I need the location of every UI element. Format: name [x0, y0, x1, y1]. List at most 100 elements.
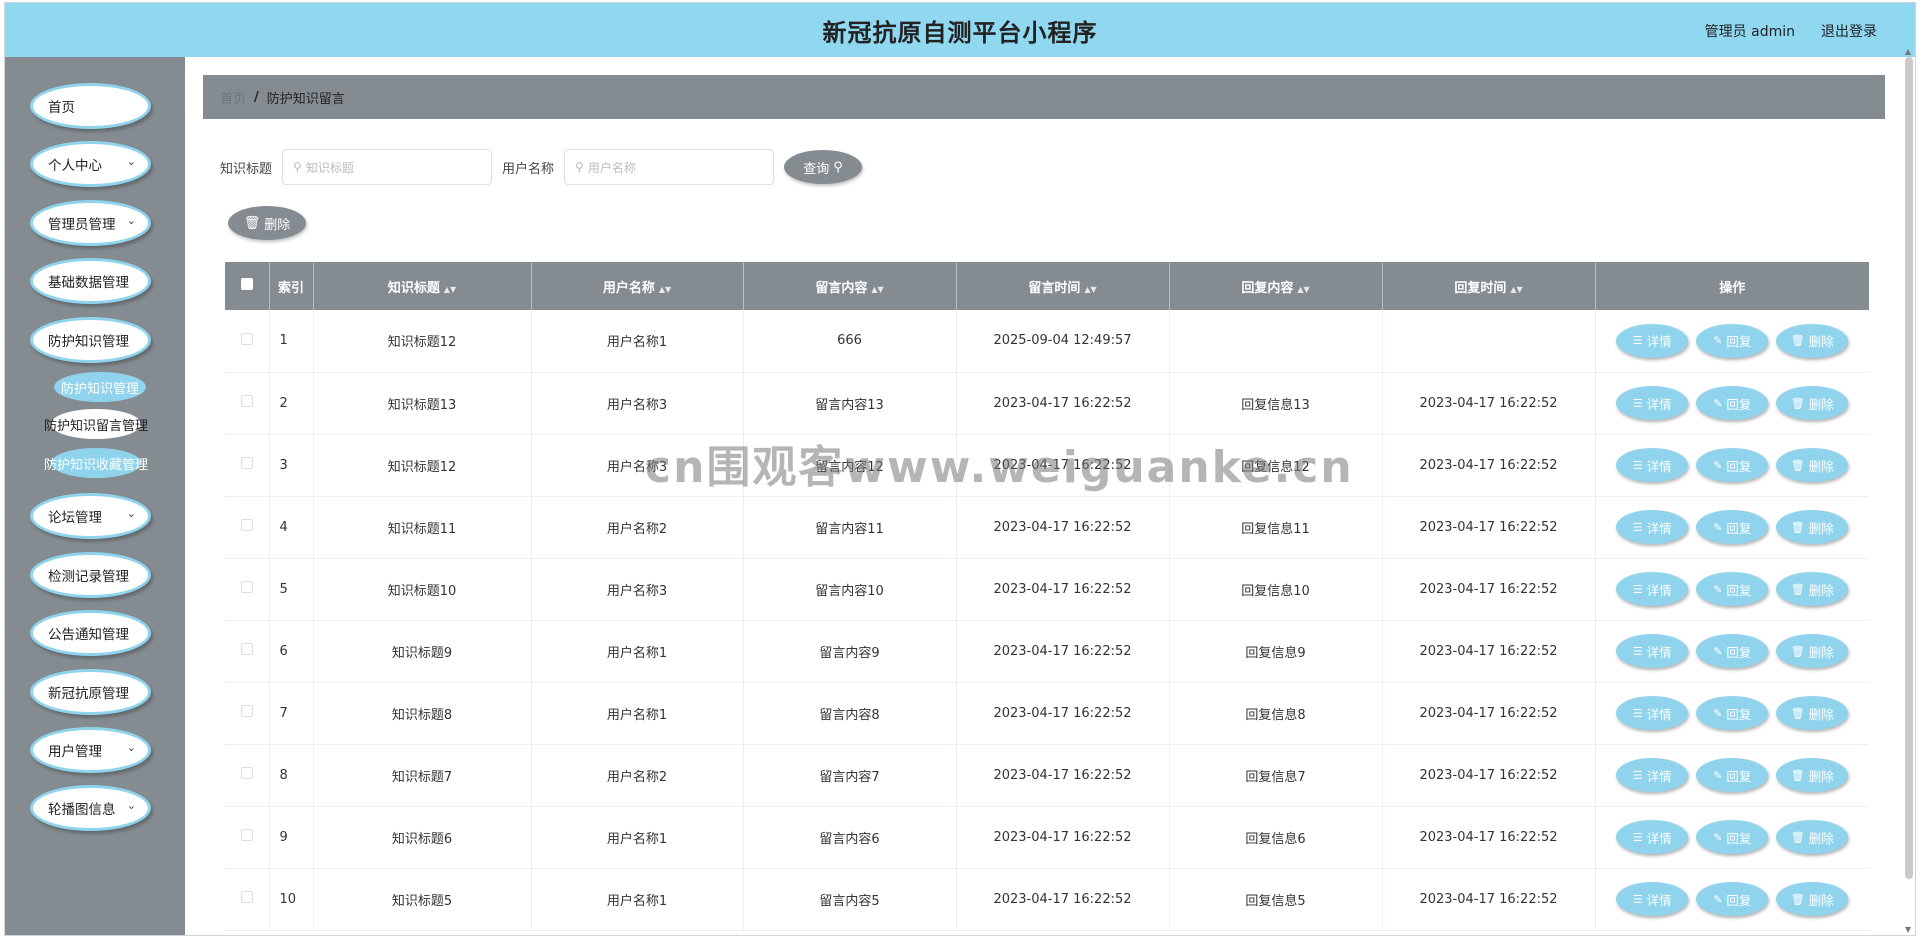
row-select-cell[interactable]: [225, 744, 270, 806]
reply-button[interactable]: ✎ 回复: [1696, 634, 1769, 668]
row-checkbox[interactable]: [240, 332, 253, 345]
reply-button-label: 回复: [1726, 334, 1752, 350]
breadcrumb-home[interactable]: 首页: [220, 88, 246, 107]
row-checkbox[interactable]: [240, 519, 253, 531]
detail-button[interactable]: ☰ 详情: [1616, 634, 1689, 668]
delete-button[interactable]: 🗑 删除: [1776, 572, 1849, 606]
chevron-down-icon: ⌄: [126, 741, 136, 754]
delete-button[interactable]: 🗑 删除: [1776, 448, 1849, 482]
detail-button[interactable]: ☰ 详情: [1616, 386, 1689, 420]
row-checkbox[interactable]: [240, 395, 253, 407]
row-select-cell[interactable]: [225, 496, 270, 558]
sidebar-item-admin[interactable]: 管理员管理 ⌄: [30, 200, 151, 246]
col-content[interactable]: 留言内容 ▲▼: [743, 262, 957, 310]
reply-button[interactable]: ✎ 回复: [1696, 510, 1769, 544]
sidebar-item-home[interactable]: 首页: [30, 83, 151, 129]
sort-icon[interactable]: ▲▼: [444, 285, 456, 294]
col-reply-time[interactable]: 回复时间 ▲▼: [1382, 262, 1596, 310]
row-checkbox[interactable]: [240, 767, 253, 779]
delete-button[interactable]: 🗑 删除: [1776, 386, 1849, 420]
delete-button[interactable]: 🗑 删除: [1776, 758, 1849, 792]
submenu-knowledge-comments[interactable]: 防护知识留言管理: [44, 409, 148, 439]
detail-button[interactable]: ☰ 详情: [1616, 323, 1689, 358]
sidebar-item-protection[interactable]: 防护知识管理: [30, 317, 151, 363]
reply-button[interactable]: ✎ 回复: [1696, 386, 1769, 420]
detail-button[interactable]: ☰ 详情: [1616, 572, 1689, 606]
sidebar-item-antigen[interactable]: 新冠抗原管理: [30, 669, 151, 715]
reply-button[interactable]: ✎ 回复: [1696, 323, 1769, 358]
sort-icon[interactable]: ▲▼: [659, 285, 671, 294]
sort-icon[interactable]: ▲▼: [1084, 285, 1096, 294]
col-title[interactable]: 知识标题 ▲▼: [313, 262, 532, 310]
delete-button[interactable]: 🗑 删除: [1776, 696, 1849, 730]
row-select-cell[interactable]: [225, 806, 270, 868]
cell-time: 2023-04-17 16:22:52: [956, 868, 1170, 930]
sidebar-item-carousel[interactable]: 轮播图信息 ⌄: [30, 785, 151, 831]
cell-actions: ☰ 详情 ✎ 回复 🗑 删除: [1595, 868, 1869, 930]
sidebar-item-personal[interactable]: 个人中心 ⌄: [30, 141, 151, 187]
col-user[interactable]: 用户名称 ▲▼: [531, 262, 744, 310]
batch-delete-button[interactable]: 🗑 删除: [228, 206, 306, 240]
select-all-checkbox[interactable]: [240, 278, 253, 290]
col-content-label: 留言内容: [815, 280, 868, 296]
title-search-input[interactable]: ⚲ 知识标题: [282, 149, 493, 185]
row-checkbox[interactable]: [240, 705, 253, 717]
row-select-cell[interactable]: [225, 372, 270, 434]
row-checkbox[interactable]: [240, 457, 253, 469]
edit-icon: ✎: [1713, 396, 1723, 410]
row-select-cell[interactable]: [225, 310, 270, 372]
reply-button[interactable]: ✎ 回复: [1696, 820, 1769, 854]
delete-button[interactable]: 🗑 删除: [1776, 882, 1849, 916]
detail-button[interactable]: ☰ 详情: [1616, 758, 1689, 792]
search-button[interactable]: 查询 ⚲: [784, 150, 863, 184]
sort-icon[interactable]: ▲▼: [1510, 285, 1522, 294]
detail-button[interactable]: ☰ 详情: [1616, 696, 1689, 730]
trash-icon: 🗑: [1790, 334, 1805, 348]
reply-button[interactable]: ✎ 回复: [1696, 696, 1769, 730]
detail-button[interactable]: ☰ 详情: [1616, 510, 1689, 544]
row-select-cell[interactable]: [225, 558, 270, 620]
row-checkbox[interactable]: [240, 891, 253, 903]
detail-button[interactable]: ☰ 详情: [1616, 820, 1689, 854]
sidebar-item-forum[interactable]: 论坛管理 ⌄: [30, 493, 151, 539]
table-row: 10 知识标题5 用户名称1 留言内容5 2023-04-17 16:22:52 回复信息…: [225, 868, 1869, 930]
sidebar-item-test-records[interactable]: 检测记录管理: [30, 552, 151, 598]
search-button-label: 查询: [803, 161, 830, 177]
cell-actions: ☰ 详情 ✎ 回复 🗑 删除: [1595, 372, 1869, 434]
vertical-scrollbar[interactable]: [1905, 57, 1913, 879]
delete-button[interactable]: 🗑 删除: [1776, 510, 1849, 544]
table-row: 2 知识标题13 用户名称3 留言内容13 2023-04-17 16:22:52 回复信…: [225, 372, 1869, 434]
row-checkbox[interactable]: [240, 643, 253, 655]
sort-icon[interactable]: ▲▼: [871, 285, 883, 294]
reply-button[interactable]: ✎ 回复: [1696, 448, 1769, 482]
row-select-cell[interactable]: [225, 434, 270, 496]
scroll-up-arrow[interactable]: ▲: [1905, 47, 1913, 56]
reply-button[interactable]: ✎ 回复: [1696, 572, 1769, 606]
document-icon: ☰: [1632, 892, 1643, 906]
sidebar-item-basic-data[interactable]: 基础数据管理: [30, 258, 151, 304]
submenu-protection-knowledge[interactable]: 防护知识管理: [54, 372, 146, 402]
user-search-input[interactable]: ⚲ 用户名称: [564, 149, 775, 185]
reply-button[interactable]: ✎ 回复: [1696, 758, 1769, 792]
col-time[interactable]: 留言时间 ▲▼: [956, 262, 1170, 310]
sidebar-item-notices[interactable]: 公告通知管理: [30, 610, 151, 656]
scroll-down-arrow[interactable]: ▼: [1905, 925, 1913, 934]
search-icon: ⚲: [575, 160, 584, 174]
detail-button[interactable]: ☰ 详情: [1616, 882, 1689, 916]
sort-icon[interactable]: ▲▼: [1297, 285, 1309, 294]
row-select-cell[interactable]: [225, 620, 270, 682]
row-select-cell[interactable]: [225, 868, 270, 930]
select-all-cell[interactable]: [225, 262, 270, 310]
reply-button[interactable]: ✎ 回复: [1696, 882, 1769, 916]
sidebar-item-users[interactable]: 用户管理 ⌄: [30, 727, 151, 773]
delete-button[interactable]: 🗑 删除: [1776, 820, 1849, 854]
logout-link[interactable]: 退出登录: [1821, 21, 1877, 41]
submenu-knowledge-favorites[interactable]: 防护知识收藏管理: [44, 448, 148, 478]
detail-button[interactable]: ☰ 详情: [1616, 448, 1689, 482]
delete-button[interactable]: 🗑 删除: [1776, 634, 1849, 668]
col-reply[interactable]: 回复内容 ▲▼: [1169, 262, 1383, 310]
delete-button[interactable]: 🗑 删除: [1776, 323, 1849, 358]
row-checkbox[interactable]: [240, 581, 253, 593]
row-checkbox[interactable]: [240, 829, 253, 841]
row-select-cell[interactable]: [225, 682, 270, 744]
